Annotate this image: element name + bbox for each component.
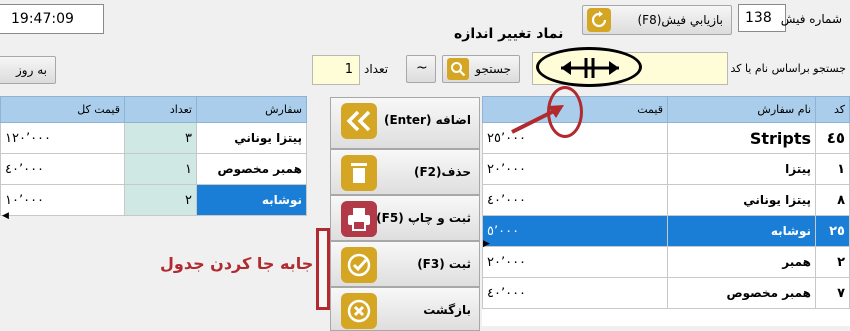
add-button[interactable]: اضافه (Enter) — [330, 97, 480, 149]
order-table-panel: سفارش تعداد قيمت كل پيتزا يوناني ٣ ١٢٠٬٠… — [0, 96, 307, 326]
table-row[interactable]: پيتزا يوناني ٣ ١٢٠٬٠٠٠ — [0, 122, 307, 154]
invoice-number-label: شماره فيش — [780, 12, 842, 26]
menu-code-cell[interactable]: ٤٥ — [815, 122, 850, 154]
menu-name-cell[interactable]: پيتزا — [667, 153, 816, 185]
menu-code-cell[interactable]: ٧ — [815, 277, 850, 309]
table-row[interactable]: ٧ همبر مخصوص ٤٠٬٠٠٠ — [482, 277, 850, 309]
table-row[interactable]: نوشابه ٢ ١٠٬٠٠٠ — [0, 184, 307, 216]
order-name-cell[interactable]: همبر مخصوص — [196, 153, 307, 185]
order-name-cell[interactable]: پيتزا يوناني — [196, 122, 307, 154]
tilde-button[interactable]: ~ — [406, 55, 436, 83]
table-row[interactable]: همبر مخصوص ١ ٤٠٬٠٠٠ — [0, 153, 307, 185]
menu-name-cell[interactable]: همبر مخصوص — [667, 277, 816, 309]
table-row[interactable]: ١ پيتزا ٢٠٬٠٠٠ — [482, 153, 850, 185]
menu-price-cell[interactable]: ٤٠٬٠٠٠ — [482, 277, 668, 309]
menu-col-name[interactable]: نام سفارش — [667, 96, 816, 123]
order-qty-cell[interactable]: ٢ — [124, 184, 197, 216]
menu-name-cell[interactable]: نوشابه — [667, 215, 816, 247]
menu-code-cell[interactable]: ٨ — [815, 184, 850, 216]
current-row-indicator: ◀ — [2, 211, 9, 221]
table-row-selected[interactable]: ٢٥ نوشابه ٥٬٠٠٠ — [482, 215, 850, 247]
order-qty-cell[interactable]: ٣ — [124, 122, 197, 154]
resize-symbol-highlight — [536, 47, 642, 87]
order-col-name[interactable]: سفارش — [196, 96, 307, 123]
back-button[interactable]: بازگشت — [330, 287, 480, 331]
order-total-cell[interactable]: ٤٠٬٠٠٠ — [0, 153, 125, 185]
delete-button[interactable]: حذف(F2) — [330, 149, 480, 195]
menu-code-cell[interactable]: ٢٥ — [815, 215, 850, 247]
save-button[interactable]: ثبت (F3) — [330, 241, 480, 287]
close-circle-icon — [341, 293, 377, 329]
double-chevron-left-icon — [341, 103, 377, 139]
table-row[interactable]: ٢ همبر ٢٠٬٠٠٠ — [482, 246, 850, 278]
menu-price-cell[interactable]: ٢٠٬٠٠٠ — [482, 246, 668, 278]
invoice-number-field[interactable]: 138 — [738, 4, 786, 32]
menu-price-cell[interactable]: ٥٬٠٠٠ — [482, 215, 668, 247]
recover-invoice-label: بازيابي فيش(F8) — [637, 13, 723, 27]
annotation-arrow — [511, 105, 564, 134]
move-table-annotation: جابه جا كردن جدول — [160, 254, 314, 273]
order-col-total[interactable]: قيمت كل — [0, 96, 125, 123]
menu-code-cell[interactable]: ١ — [815, 153, 850, 185]
order-table: سفارش تعداد قيمت كل پيتزا يوناني ٣ ١٢٠٬٠… — [0, 96, 307, 216]
menu-price-cell[interactable]: ٢٠٬٠٠٠ — [482, 153, 668, 185]
search-button-label: جستجو — [475, 62, 511, 76]
search-icon — [447, 58, 469, 80]
quantity-input[interactable]: 1 — [312, 55, 360, 85]
menu-price-cell[interactable]: ٤٠٬٠٠٠ — [482, 184, 668, 216]
search-label: جستجو براساس نام يا كد — [730, 62, 846, 75]
update-button-label: به روز — [16, 63, 47, 77]
order-qty-cell[interactable]: ١ — [124, 153, 197, 185]
menu-name-cell[interactable]: Stripts — [667, 122, 816, 154]
quantity-label: تعداد — [364, 62, 389, 76]
resize-handle-icon — [561, 58, 619, 78]
update-button[interactable]: به روز — [0, 56, 56, 84]
invoice-number-value: 138 — [745, 10, 772, 26]
current-row-indicator: ▶ — [483, 239, 490, 249]
table-splitter-handle[interactable] — [316, 228, 330, 310]
back-button-label: بازگشت — [423, 303, 471, 317]
order-total-cell[interactable]: ١٠٬٠٠٠ — [0, 184, 125, 216]
tilde-label: ~ — [416, 60, 428, 76]
save-button-label: ثبت (F3) — [417, 257, 471, 271]
menu-name-cell[interactable]: پيتزا يوناني — [667, 184, 816, 216]
printer-icon — [341, 201, 377, 237]
search-button[interactable]: جستجو — [442, 55, 520, 83]
quantity-value: 1 — [344, 62, 353, 77]
menu-code-cell[interactable]: ٢ — [815, 246, 850, 278]
table-row[interactable]: ٨ پيتزا يوناني ٤٠٬٠٠٠ — [482, 184, 850, 216]
save-print-button[interactable]: ثبت و چاپ (F5) — [330, 195, 480, 241]
clock-text: 19:47:09 — [11, 11, 74, 27]
order-total-cell[interactable]: ١٢٠٬٠٠٠ — [0, 122, 125, 154]
save-print-button-label: ثبت و چاپ (F5) — [376, 211, 471, 225]
order-name-cell[interactable]: نوشابه — [196, 184, 307, 216]
refresh-icon — [587, 8, 611, 32]
add-button-label: اضافه (Enter) — [383, 113, 471, 127]
delete-button-label: حذف(F2) — [413, 165, 471, 179]
menu-name-cell[interactable]: همبر — [667, 246, 816, 278]
order-col-qty[interactable]: تعداد — [124, 96, 197, 123]
page-title: نماد تغيير اندازه — [454, 26, 564, 42]
clock-display: 19:47:09 — [0, 4, 104, 34]
recover-invoice-button[interactable]: بازيابي فيش(F8) — [582, 5, 732, 35]
trash-icon — [341, 155, 377, 191]
check-circle-icon — [341, 247, 377, 283]
menu-col-code[interactable]: كد — [815, 96, 850, 123]
